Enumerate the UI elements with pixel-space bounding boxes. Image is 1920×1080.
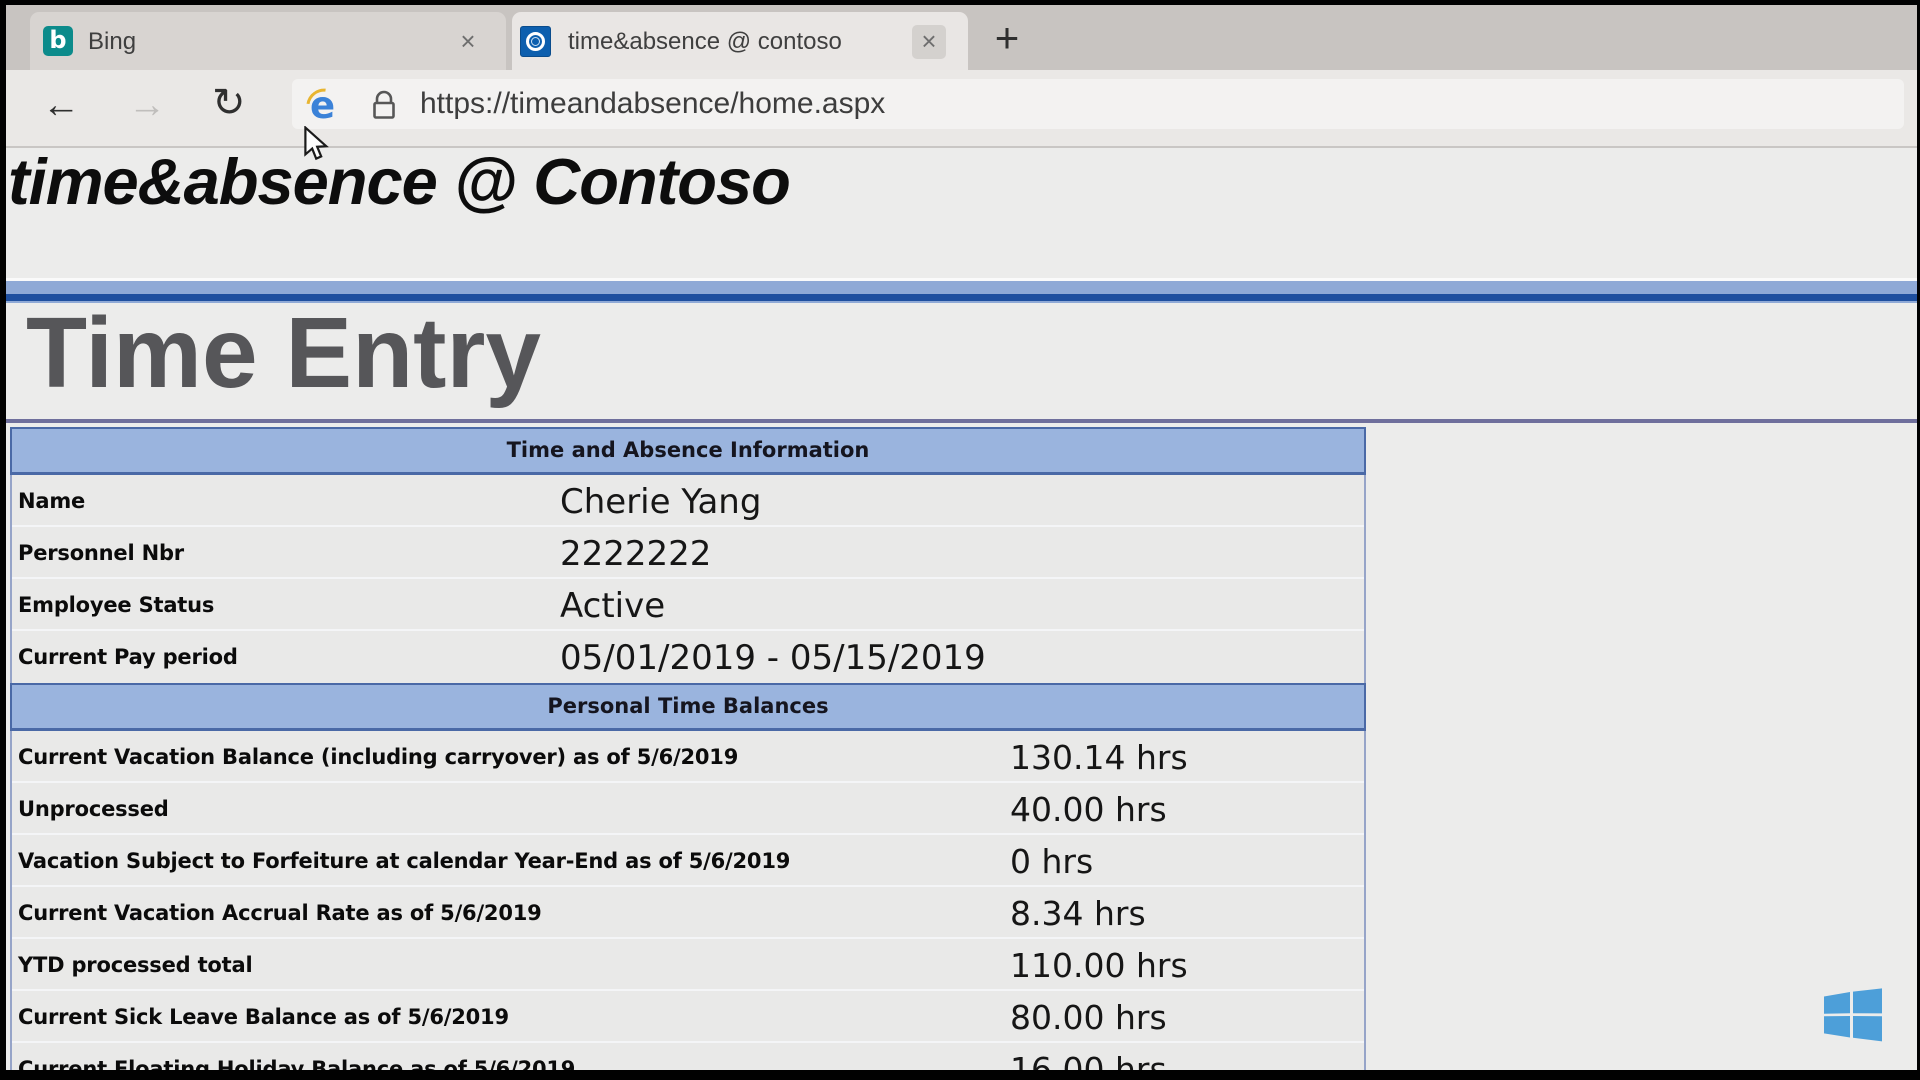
row-value: 80.00 hrs (1010, 991, 1167, 1045)
balances-table-header: Personal Time Balances (10, 683, 1366, 731)
screen-edge (0, 1070, 1920, 1080)
site-title: time&absence @ Contoso (8, 150, 790, 219)
table-row: Employee Status Active (12, 579, 1364, 631)
info-table-header: Time and Absence Information (10, 427, 1366, 475)
tab-title: Bing (88, 28, 136, 56)
row-label: YTD processed total (18, 939, 252, 991)
refresh-button[interactable]: ↻ (212, 80, 246, 126)
row-label: Current Pay period (18, 631, 238, 683)
time-absence-table: Time and Absence Information Name Cherie… (10, 427, 1366, 1070)
info-table-rows: Name Cherie Yang Personnel Nbr 2222222 E… (10, 475, 1366, 683)
row-label: Unprocessed (18, 783, 169, 835)
address-bar[interactable]: e https://timeandabsence/home.aspx (292, 79, 1904, 129)
table-row: Current Floating Holiday Balance as of 5… (12, 1043, 1364, 1070)
screen-edge (0, 0, 6, 1080)
table-row: Current Vacation Balance (including carr… (12, 731, 1364, 783)
windows-logo-icon (1824, 988, 1882, 1042)
close-icon[interactable]: × (451, 25, 485, 59)
tab-title: time&absence @ contoso (568, 28, 842, 56)
row-label: Current Sick Leave Balance as of 5/6/201… (18, 991, 509, 1043)
row-label: Name (18, 475, 85, 527)
tab-bing[interactable]: b Bing × (30, 12, 506, 70)
tab-strip: b Bing × time&absence @ contoso × + (6, 5, 1917, 70)
table-row: Unprocessed 40.00 hrs (12, 783, 1364, 835)
tab-timeandabsence[interactable]: time&absence @ contoso × (512, 12, 968, 70)
row-label: Current Floating Holiday Balance as of 5… (18, 1043, 575, 1070)
table-row: Current Pay period 05/01/2019 - 05/15/20… (12, 631, 1364, 683)
new-tab-button[interactable]: + (985, 17, 1029, 61)
screen-edge (0, 0, 1920, 5)
row-label: Current Vacation Accrual Rate as of 5/6/… (18, 887, 542, 939)
row-label: Employee Status (18, 579, 214, 631)
row-value: 2222222 (560, 527, 711, 581)
close-icon[interactable]: × (912, 25, 946, 59)
row-value: 0 hrs (1010, 835, 1093, 889)
row-value: Active (560, 579, 665, 633)
row-value: 40.00 hrs (1010, 783, 1167, 837)
page-title: Time Entry (26, 296, 541, 411)
row-value: 130.14 hrs (1010, 731, 1188, 785)
mouse-cursor-icon (303, 126, 333, 169)
lock-icon (370, 89, 398, 126)
row-label: Vacation Subject to Forfeiture at calend… (18, 835, 790, 887)
row-value: 8.34 hrs (1010, 887, 1146, 941)
table-row: Current Sick Leave Balance as of 5/6/201… (12, 991, 1364, 1043)
back-button[interactable]: ← (42, 84, 80, 127)
table-row: Current Vacation Accrual Rate as of 5/6/… (12, 887, 1364, 939)
internet-explorer-icon[interactable]: e (306, 87, 342, 123)
row-value: 110.00 hrs (1010, 939, 1188, 993)
navigation-bar: ← → ↻ e https://timeandabsence/home.aspx (6, 70, 1917, 148)
table-row: Personnel Nbr 2222222 (12, 527, 1364, 579)
web-page-content: time&absence @ Contoso Time Entry Time a… (6, 150, 1917, 1070)
row-value: 05/01/2019 - 05/15/2019 (560, 631, 986, 685)
row-value: Cherie Yang (560, 475, 761, 529)
row-label: Current Vacation Balance (including carr… (18, 731, 738, 783)
table-row: Vacation Subject to Forfeiture at calend… (12, 835, 1364, 887)
bing-icon: b (43, 26, 73, 56)
table-row: Name Cherie Yang (12, 475, 1364, 527)
row-label: Personnel Nbr (18, 527, 184, 579)
url-text[interactable]: https://timeandabsence/home.aspx (420, 79, 885, 129)
browser-window: b Bing × time&absence @ contoso × + ← → … (0, 0, 1920, 1080)
table-row: YTD processed total 110.00 hrs (12, 939, 1364, 991)
balances-table-rows: Current Vacation Balance (including carr… (10, 731, 1366, 1070)
forward-button[interactable]: → (128, 84, 166, 127)
timer-icon (520, 26, 551, 57)
row-value: 16.00 hrs (1010, 1043, 1167, 1070)
section-rule (6, 419, 1917, 423)
